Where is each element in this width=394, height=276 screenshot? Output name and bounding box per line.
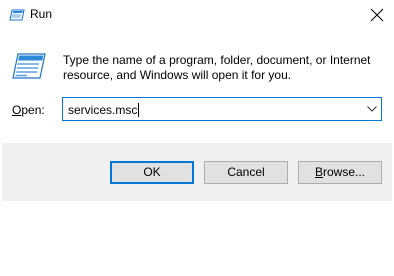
text-caret [138,103,140,117]
browse-label: rowse... [323,165,366,179]
close-button[interactable] [362,0,394,30]
open-label-mnemonic: O [12,103,22,117]
run-icon [9,8,25,21]
description-line-2: resource, and Windows will open it for y… [63,68,292,82]
run-dialog: Run Type the name of a program, folder, … [0,0,394,276]
dropdown-button[interactable] [363,98,381,120]
dialog-description: Type the name of a program, folder, docu… [63,53,383,83]
chevron-down-icon [367,106,377,112]
window-title: Run [30,7,53,21]
browse-mnemonic: B [314,165,323,179]
title-bar[interactable]: Run [0,0,394,30]
open-input[interactable]: services.msc [68,103,140,117]
open-combobox[interactable]: services.msc [62,97,382,121]
run-program-icon [12,53,46,79]
ok-button[interactable]: OK [110,161,194,184]
browse-button[interactable]: Browse... [298,161,382,184]
cancel-button[interactable]: Cancel [204,161,288,184]
close-icon [370,8,384,22]
open-input-value: services.msc [68,103,138,117]
open-label: Open: [12,103,45,117]
description-line-1: Type the name of a program, folder, docu… [63,53,371,67]
open-label-text: pen: [21,103,45,117]
